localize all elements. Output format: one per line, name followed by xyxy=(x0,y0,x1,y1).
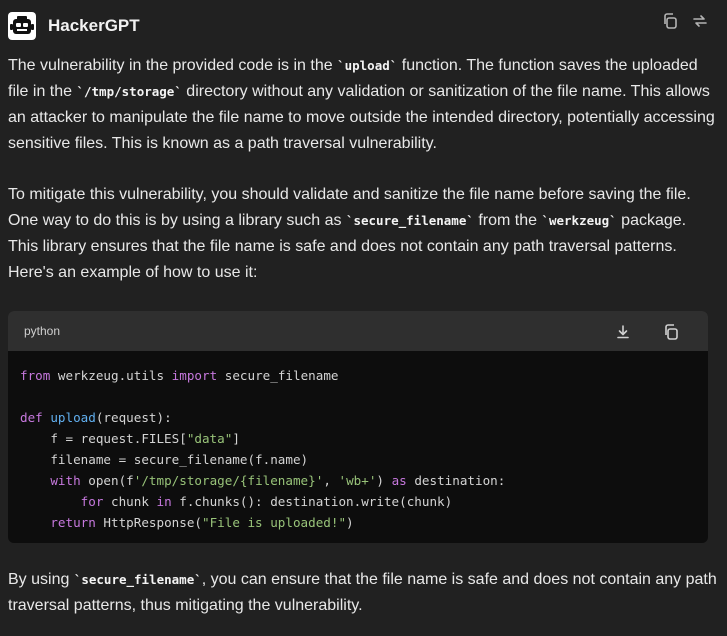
code-text: destination: xyxy=(406,473,506,488)
code-keyword: from xyxy=(20,368,51,383)
code-keyword: return xyxy=(20,515,96,530)
copy-icon[interactable] xyxy=(661,12,679,30)
code-text: filename = secure_filename(f.name) xyxy=(20,452,309,467)
text-run: By using xyxy=(8,571,74,588)
copy-icon[interactable] xyxy=(662,323,680,341)
robot-face-icon xyxy=(8,12,36,40)
message-actions xyxy=(653,12,709,34)
code-text: f.chunks(): destination.write(chunk) xyxy=(171,494,453,509)
code-string: "File is uploaded!" xyxy=(201,515,347,530)
message-header: HackerGPT xyxy=(8,12,709,42)
code-block-header: python xyxy=(8,311,708,351)
code-text: HttpResponse( xyxy=(95,515,202,530)
inline-code: `upload` xyxy=(337,58,398,73)
assistant-name: HackerGPT xyxy=(48,16,140,35)
code-text: werkzeug.utils xyxy=(50,368,172,383)
code-string: 'wb+' xyxy=(338,473,377,488)
response-paragraph: By using `secure_filename`, you can ensu… xyxy=(8,567,717,619)
code-text: ] xyxy=(232,431,240,446)
code-keyword: import xyxy=(171,368,218,383)
code-keyword: in xyxy=(156,494,172,509)
code-text: (request): xyxy=(95,410,172,425)
code-text: ) xyxy=(346,515,354,530)
inline-code: `werkzeug` xyxy=(541,213,617,228)
code-text: secure_filename xyxy=(217,368,339,383)
inline-code: `/tmp/storage` xyxy=(76,84,182,99)
inline-code: `secure_filename` xyxy=(345,213,474,228)
code-keyword: def xyxy=(20,410,43,425)
inline-code: `secure_filename` xyxy=(73,572,202,587)
text-run: The vulnerability in the provided code i… xyxy=(8,57,338,74)
download-icon[interactable] xyxy=(614,323,632,341)
code-block: python from werkzeug.utils import secure… xyxy=(8,311,708,543)
code-keyword: with xyxy=(20,473,81,488)
code-string: "data" xyxy=(186,431,233,446)
code-function-name: upload xyxy=(50,410,96,425)
code-keyword: as xyxy=(391,473,407,488)
code-string: '/tmp/storage/{filename}' xyxy=(133,473,324,488)
code-actions xyxy=(588,323,680,341)
response-paragraph: To mitigate this vulnerability, you shou… xyxy=(8,182,717,286)
code-text: ) xyxy=(376,473,392,488)
code-keyword: for xyxy=(20,494,104,509)
code-content: from werkzeug.utils import secure_filena… xyxy=(8,351,708,533)
code-language-label: python xyxy=(24,324,61,338)
response-paragraph: The vulnerability in the provided code i… xyxy=(8,53,717,157)
text-run: from the xyxy=(473,212,542,229)
code-text: , xyxy=(323,473,339,488)
code-text: f = request.FILES[ xyxy=(20,431,187,446)
regenerate-icon[interactable] xyxy=(691,12,709,30)
code-text: open(f xyxy=(80,473,134,488)
code-text: chunk xyxy=(103,494,157,509)
